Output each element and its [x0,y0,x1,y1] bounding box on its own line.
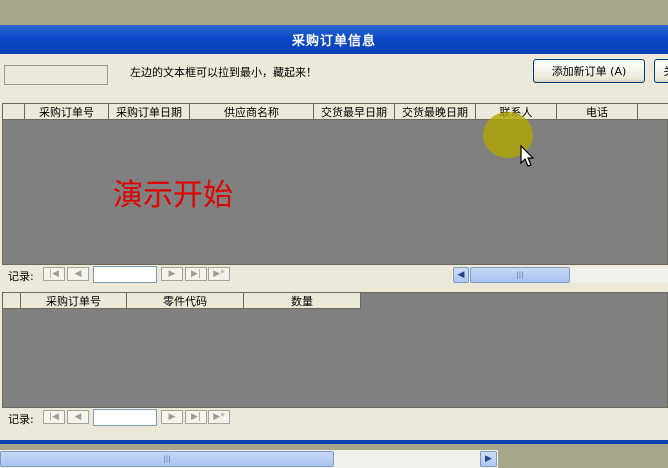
scroll-thumb[interactable]: ||| [470,267,570,283]
first-record-icon[interactable]: |◀ [43,267,65,281]
main-horizontal-scrollbar[interactable]: ◀ ||| [452,267,668,283]
prev-record-icon[interactable]: ◀ [67,267,89,281]
bottom-separator [0,440,668,444]
window-title-bar[interactable]: 采购订单信息 [0,25,668,54]
add-order-button[interactable]: 添加新订单 (A) [533,59,645,83]
window-horizontal-scrollbar[interactable]: ||| ▶ [0,450,498,468]
last-record-icon[interactable]: ▶| [185,410,207,424]
row-selector-header [3,104,25,120]
record-label: 记录: [8,413,34,426]
column-header-part-code[interactable]: 零件代码 [127,293,244,309]
new-record-icon[interactable]: ▶* [208,410,230,424]
detail-datasheet[interactable]: 采购订单号 零件代码 数量 [2,292,668,408]
main-datasheet[interactable]: 采购订单号 采购订单日期 供应商名称 交货最早日期 交货最晚日期 联系人 电话 [2,103,668,265]
window-title: 采购订单信息 [291,34,376,49]
mouse-pointer-icon [520,145,535,167]
next-record-icon[interactable]: ▶ [161,267,183,281]
window-scroll-thumb[interactable]: ||| [0,451,334,467]
demo-overlay-text: 演示开始 [113,178,233,213]
next-record-icon[interactable]: ▶ [161,410,183,424]
column-header-order-date[interactable]: 采购订单日期 [109,104,190,120]
record-number-input[interactable] [93,409,157,426]
scroll-left-icon[interactable]: ◀ [453,267,469,283]
column-header-supplier[interactable]: 供应商名称 [190,104,314,120]
resizable-text-box[interactable] [4,65,108,85]
column-header-earliest-delivery[interactable]: 交货最早日期 [314,104,395,120]
extra-button[interactable]: 关 [654,59,668,83]
column-header-order-no[interactable]: 采购订单号 [21,293,127,309]
prev-record-icon[interactable]: ◀ [67,410,89,424]
column-header-phone[interactable]: 电话 [557,104,638,120]
main-record-navigator: 记录: |◀ ◀ ▶ ▶| ▶* ◀ ||| [2,265,668,285]
record-number-input[interactable] [93,266,157,283]
scroll-right-icon[interactable]: ▶ [480,451,497,467]
column-header-blank [638,104,668,120]
column-header-order-no[interactable]: 采购订单号 [25,104,109,120]
hint-label: 左边的文本框可以拉到最小，藏起来！ [130,66,317,79]
column-header-latest-delivery[interactable]: 交货最晚日期 [395,104,476,120]
last-record-icon[interactable]: ▶| [185,267,207,281]
column-header-quantity[interactable]: 数量 [244,293,361,309]
record-label: 记录: [8,270,34,283]
first-record-icon[interactable]: |◀ [43,410,65,424]
detail-record-navigator: 记录: |◀ ◀ ▶ ▶| ▶* [2,408,668,428]
new-record-icon[interactable]: ▶* [208,267,230,281]
row-selector-header [3,293,21,309]
